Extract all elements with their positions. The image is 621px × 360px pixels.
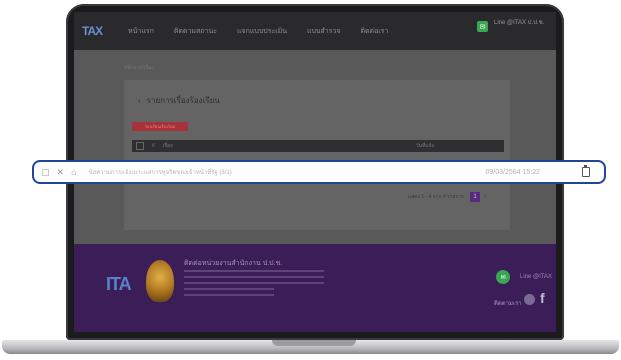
card-title: ‹ รายการเรื่องร้องเรียน bbox=[138, 96, 220, 105]
new-complaint-button[interactable]: ร้องเรียนเรื่องใหม่ bbox=[132, 122, 188, 131]
footer-logo: ITA bbox=[106, 274, 132, 294]
nav-menu: หน้าแรก ติดตามสถานะ แจกแบบประเมิน แบบสำร… bbox=[128, 26, 408, 37]
complaint-card: ‹ รายการเรื่องร้องเรียน ร้องเรียนเรื่องให… bbox=[124, 80, 510, 230]
navbar: TAX หน้าแรก ติดตามสถานะ แจกแบบประเมิน แบ… bbox=[74, 12, 556, 50]
nav-item-status[interactable]: ติดตามสถานะ bbox=[174, 26, 217, 37]
chevron-right-icon[interactable]: › bbox=[484, 194, 486, 200]
nav-item-assessment[interactable]: แจกแบบประเมิน bbox=[237, 26, 287, 37]
home-icon[interactable]: ⌂ bbox=[71, 167, 76, 177]
footer-address-line bbox=[184, 288, 274, 290]
column-header-date: วันที่แจ้ง bbox=[415, 143, 434, 149]
footer-address-line bbox=[184, 270, 324, 272]
nav-item-survey[interactable]: แบบสำรวจ bbox=[307, 26, 340, 37]
column-header-subject: เรื่อง bbox=[162, 143, 173, 149]
chevron-left-icon[interactable]: ‹ bbox=[138, 96, 141, 105]
footer-address-line bbox=[184, 282, 324, 284]
pagination: แสดง 1 - 4 จาก 4 รายการ 1 › bbox=[408, 192, 486, 202]
nav-item-contact[interactable]: ติดต่อเรา bbox=[360, 26, 388, 37]
footer: ITA ติดต่อหน่วยงานสำนักงาน ป.ป.ช. ✉ Line… bbox=[74, 244, 556, 332]
table-header: # เรื่อง วันที่แจ้ง bbox=[132, 140, 504, 152]
footer-line-text[interactable]: Line @ITAX bbox=[520, 274, 552, 280]
breadcrumb[interactable]: หน้าแรก/เรื่อง bbox=[124, 64, 154, 72]
main-content: หน้าแรก/เรื่อง ‹ รายการเรื่องร้องเรียน ร้… bbox=[74, 50, 556, 244]
footer-address-line bbox=[184, 294, 274, 296]
page-button-current[interactable]: 1 bbox=[470, 192, 480, 202]
select-all-checkbox[interactable] bbox=[136, 142, 144, 150]
address-url[interactable]: ข้อความการแจ้งเบาะแสการทุจริตของเจ้าหน้า… bbox=[89, 167, 389, 177]
address-bar[interactable]: ▢ ✕ ⌂ ข้อความการแจ้งเบาะแสการทุจริตของเจ… bbox=[32, 160, 606, 184]
square-icon[interactable]: ▢ bbox=[41, 167, 50, 178]
footer-address-line bbox=[184, 276, 324, 278]
agency-emblem-icon bbox=[146, 260, 174, 302]
line-icon[interactable]: ✉ bbox=[496, 270, 510, 284]
globe-icon[interactable] bbox=[524, 294, 535, 305]
close-icon[interactable]: ✕ bbox=[57, 167, 65, 178]
pagination-summary: แสดง 1 - 4 จาก 4 รายการ bbox=[407, 194, 464, 200]
line-icon[interactable]: ✉ bbox=[477, 21, 488, 32]
laptop-notch bbox=[272, 340, 356, 346]
follow-us-label: ติดตามเรา bbox=[494, 301, 522, 307]
footer-title: ติดต่อหน่วยงานสำนักงาน ป.ป.ช. bbox=[184, 260, 283, 267]
clipboard-icon[interactable] bbox=[582, 165, 590, 177]
footer-address-block bbox=[184, 270, 324, 300]
address-date: 09/03/2564 15:22 bbox=[485, 168, 541, 176]
column-header-number: # bbox=[152, 143, 155, 149]
line-contact-text[interactable]: Line @ITAX ป.ป.ช. bbox=[494, 20, 552, 27]
facebook-icon[interactable]: f bbox=[540, 290, 545, 306]
nav-item-home[interactable]: หน้าแรก bbox=[128, 26, 154, 37]
site-logo[interactable]: TAX bbox=[82, 23, 112, 39]
